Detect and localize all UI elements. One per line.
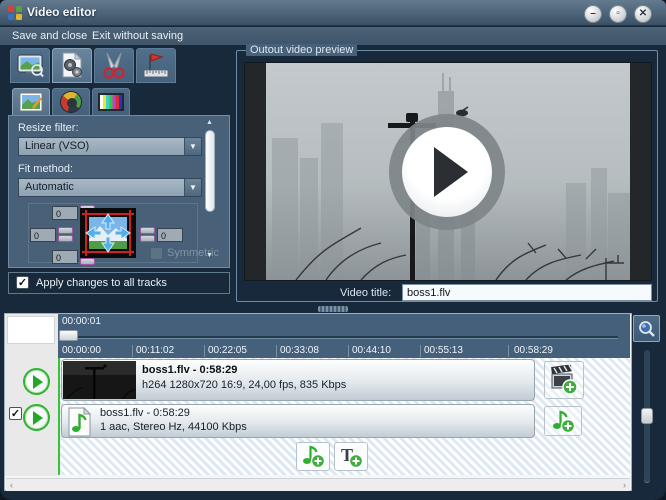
audio-track-play-button[interactable] xyxy=(23,404,50,431)
fit-method-label: Fit method: xyxy=(18,163,73,175)
minimize-button[interactable]: – xyxy=(584,5,602,23)
play-icon xyxy=(33,411,43,425)
color-bars-icon xyxy=(98,93,124,111)
scroll-left-icon[interactable]: ‹ xyxy=(10,480,13,490)
checkmark-icon: ✓ xyxy=(11,408,20,420)
add-audio-track-button[interactable] xyxy=(296,442,330,471)
ruler-tick: 00:00:00 xyxy=(62,345,101,356)
symmetric-checkbox[interactable]: ✓ xyxy=(150,247,163,260)
seek-slider-groove[interactable] xyxy=(62,336,618,338)
ruler-separator xyxy=(508,345,509,357)
crop-right-field[interactable] xyxy=(157,228,183,242)
video-thumbnail xyxy=(63,361,136,399)
window-title: Video editor xyxy=(27,5,96,19)
picture-edit-icon xyxy=(19,92,43,112)
scroll-right-icon[interactable]: › xyxy=(623,480,626,490)
document-gears-icon xyxy=(59,52,85,79)
play-triangle-icon xyxy=(434,147,468,197)
magnifier-icon xyxy=(637,319,657,339)
video-editor-window: Video editor – ▫ ✕ Save and close Exit w… xyxy=(0,0,666,500)
audio-note-icon xyxy=(65,407,93,437)
title-bar[interactable]: Video editor – ▫ ✕ xyxy=(0,0,666,26)
resize-filter-label: Resize filter: xyxy=(18,122,79,134)
ruler-tick: 00:55:13 xyxy=(424,345,463,356)
add-text-track-button[interactable]: T xyxy=(334,442,368,471)
toolbar-file-processing-button[interactable] xyxy=(52,48,92,83)
menu-exit-without-saving[interactable]: Exit without saving xyxy=(88,29,187,43)
splitter-grip[interactable] xyxy=(318,306,348,312)
menu-bar: Save and close Exit without saving xyxy=(0,27,666,45)
video-clip-details: h264 1280x720 16:9, 24,00 fps, 835 Kbps xyxy=(142,379,346,391)
audio-clip-details: 1 aac, Stereo Hz, 44100 Kbps xyxy=(100,421,247,433)
toolbar-cut-button[interactable] xyxy=(94,48,134,83)
close-button[interactable]: ✕ xyxy=(634,5,652,23)
text-plus-icon: T xyxy=(338,444,364,469)
menu-save-and-close[interactable]: Save and close xyxy=(8,29,91,43)
track-start-line xyxy=(58,358,60,475)
crop-bottom-field[interactable] xyxy=(52,250,78,264)
fit-method-dropdown[interactable]: Automatic ▼ xyxy=(18,178,202,197)
timeline-corner-box xyxy=(7,316,55,344)
audio-clip-title: boss1.flv - 0:58:29 xyxy=(100,407,190,419)
apply-all-label: Apply changes to all tracks xyxy=(36,277,167,289)
panel-scroll-up-icon[interactable]: ▲ xyxy=(206,119,213,126)
video-clip[interactable]: boss1.flv - 0:58:29 h264 1280x720 16:9, … xyxy=(61,359,535,401)
big-play-button[interactable] xyxy=(389,114,505,230)
add-video-clip-button[interactable] xyxy=(544,361,584,399)
note-plus-icon xyxy=(300,444,326,469)
tab-image-settings[interactable] xyxy=(12,88,50,116)
resize-filter-value: Linear (VSO) xyxy=(19,138,184,155)
crop-right-stepper[interactable] xyxy=(140,227,155,242)
video-clip-title: boss1.flv - 0:58:29 xyxy=(142,364,237,376)
flag-ruler-icon xyxy=(142,52,170,79)
crop-top-field[interactable] xyxy=(52,206,78,220)
seek-slider-thumb[interactable] xyxy=(59,330,78,341)
add-audio-clip-button[interactable] xyxy=(544,406,582,436)
clapperboard-plus-icon xyxy=(550,365,578,395)
tab-color-settings[interactable] xyxy=(92,88,130,116)
scissors-icon xyxy=(100,52,128,79)
play-icon xyxy=(33,375,43,389)
checkmark-icon: ✓ xyxy=(18,277,27,289)
current-time: 00:00:01 xyxy=(62,316,101,327)
output-preview-label: Outout video preview xyxy=(246,44,357,56)
dropdown-arrow-icon[interactable]: ▼ xyxy=(184,179,201,196)
monitor-image-icon xyxy=(16,53,44,79)
tab-gauge-settings[interactable] xyxy=(52,88,90,116)
ruler-separator xyxy=(276,345,277,357)
audio-track-checkbox[interactable]: ✓ xyxy=(9,407,22,420)
ruler-tick: 00:58:29 xyxy=(514,345,553,356)
video-title-input[interactable] xyxy=(402,284,652,301)
panel-scroll-down-icon[interactable]: ▼ xyxy=(206,252,213,259)
panel-scrollbar-thumb[interactable] xyxy=(205,130,215,212)
app-icon xyxy=(8,6,22,20)
ruler-tick: 00:22:05 xyxy=(208,345,247,356)
ruler-separator xyxy=(132,345,133,357)
ruler-tick: 00:11:02 xyxy=(136,345,174,356)
note-plus-icon xyxy=(550,408,576,434)
video-title-label: Video title: xyxy=(340,287,391,299)
timeline-zoom-slider-thumb[interactable] xyxy=(641,408,653,424)
toolbar-chapters-button[interactable] xyxy=(136,48,176,83)
maximize-button[interactable]: ▫ xyxy=(609,5,627,23)
dropdown-arrow-icon[interactable]: ▼ xyxy=(184,138,201,155)
timeline-zoom-button[interactable] xyxy=(633,315,660,342)
fit-method-value: Automatic xyxy=(19,179,184,196)
audio-clip[interactable]: boss1.flv - 0:58:29 1 aac, Stereo Hz, 44… xyxy=(61,404,535,438)
ruler-separator xyxy=(420,345,421,357)
resize-filter-dropdown[interactable]: Linear (VSO) ▼ xyxy=(18,137,202,156)
ruler-separator xyxy=(348,345,349,357)
ruler-separator xyxy=(204,345,205,357)
ruler-tick: 00:44:10 xyxy=(352,345,391,356)
crop-left-field[interactable] xyxy=(30,228,56,242)
crop-left-stepper[interactable] xyxy=(58,227,73,242)
gauge-icon xyxy=(60,91,82,113)
timeline-hscrollbar[interactable]: ‹ › xyxy=(6,478,630,491)
toolbar-preview-button[interactable] xyxy=(10,48,50,83)
ruler-tick: 00:33:08 xyxy=(280,345,319,356)
video-track-play-button[interactable] xyxy=(23,368,50,395)
crop-preview-image[interactable] xyxy=(80,208,136,258)
apply-all-checkbox[interactable]: ✓ xyxy=(16,276,29,289)
